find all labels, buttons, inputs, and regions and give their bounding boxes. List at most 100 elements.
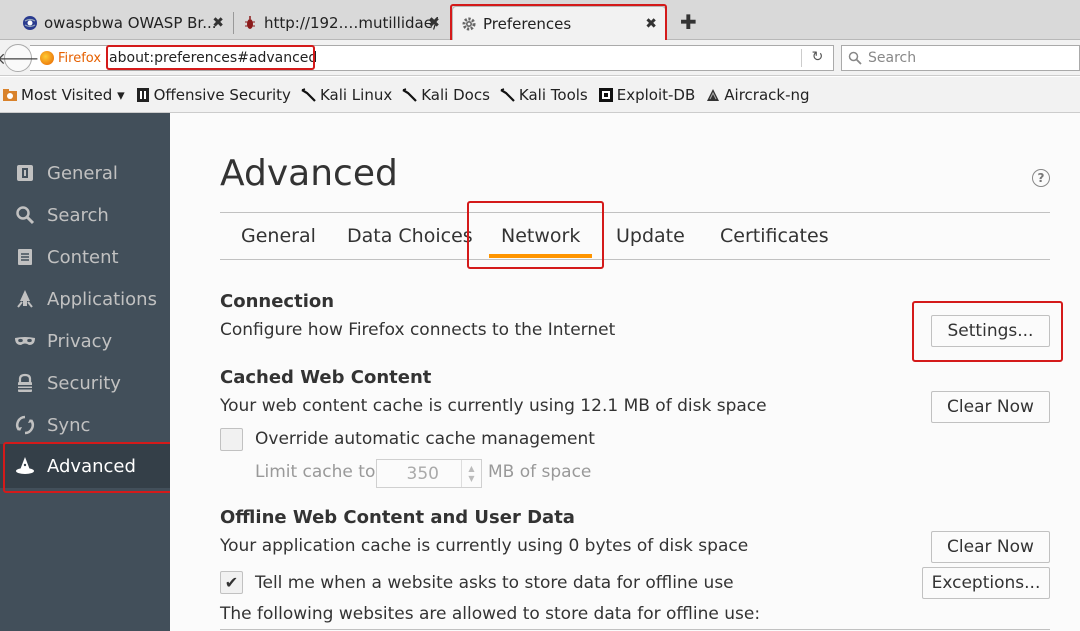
lock-icon: [14, 372, 36, 394]
navigation-bar: Firefox about:preferences#advanced ↻ 🡐 S…: [0, 40, 1080, 76]
sidebar-item-search[interactable]: Search: [0, 194, 170, 236]
preferences-main: Advanced ? General Data Choices Network …: [170, 113, 1080, 631]
url-text[interactable]: about:preferences#advanced: [109, 50, 317, 66]
bookmark-kali-tools[interactable]: Kali Tools: [500, 86, 588, 104]
search-icon: [848, 51, 862, 65]
folder-icon: [2, 87, 18, 103]
close-icon[interactable]: ✖: [428, 15, 440, 31]
subtab-bar: General Data Choices Network Update Cert…: [220, 212, 1050, 260]
content-icon: [14, 246, 36, 268]
tab-title: Preferences: [483, 15, 572, 33]
mask-icon: [14, 330, 36, 352]
sync-icon: [14, 414, 36, 436]
tab-general[interactable]: General: [241, 213, 316, 259]
sidebar-item-sync[interactable]: Sync: [0, 404, 170, 446]
clear-cache-button[interactable]: Clear Now: [931, 391, 1050, 423]
bookmark-label: Kali Docs: [421, 85, 490, 104]
allowed-sites-list-edge: [220, 629, 1050, 630]
bookmark-label: Most Visited ▾: [21, 85, 125, 104]
cache-size-unit: MB of space: [488, 462, 592, 482]
new-tab-button[interactable]: ✚: [680, 10, 697, 34]
tab-data-choices[interactable]: Data Choices: [347, 213, 473, 259]
exploitdb-icon: [598, 87, 614, 103]
sidebar-item-label: General: [47, 162, 118, 184]
identity-label: Firefox: [58, 50, 102, 66]
sidebar-item-label: Content: [47, 246, 119, 268]
general-icon: [14, 162, 36, 184]
stepper-arrows-icon[interactable]: ▲ ▼: [461, 460, 481, 487]
sidebar-item-label: Search: [47, 204, 109, 226]
offline-heading: Offline Web Content and User Data: [220, 507, 575, 528]
kali-dragon-icon: [500, 87, 516, 103]
sidebar-item-security[interactable]: Security: [0, 362, 170, 404]
tab-owaspbwa[interactable]: owaspbwa OWASP Br... ✖: [14, 6, 232, 40]
help-icon[interactable]: ?: [1032, 169, 1050, 187]
gear-icon: [461, 16, 477, 32]
connection-description: Configure how Firefox connects to the In…: [220, 320, 616, 340]
sidebar-item-label: Sync: [47, 414, 91, 436]
bookmark-label: Offensive Security: [153, 85, 291, 104]
bookmark-kali-linux[interactable]: Kali Linux: [301, 86, 392, 104]
tell-offline-checkbox[interactable]: ✔: [220, 571, 243, 594]
override-cache-label: Override automatic cache management: [255, 429, 595, 449]
globe-icon: [22, 15, 38, 31]
clear-offline-button[interactable]: Clear Now: [931, 531, 1050, 563]
url-bar[interactable]: Firefox about:preferences#advanced ↻: [30, 45, 834, 71]
offline-description: Your application cache is currently usin…: [220, 536, 749, 556]
sidebar-item-general[interactable]: General: [0, 152, 170, 194]
applications-icon: [14, 288, 36, 310]
cache-heading: Cached Web Content: [220, 367, 432, 388]
bookmark-aircrack-ng[interactable]: Aircrack-ng: [705, 85, 810, 104]
limit-cache-label: Limit cache to: [255, 462, 376, 482]
sidebar-item-label: Advanced: [47, 455, 136, 477]
tab-title: http://192.…mutillidae/: [264, 14, 439, 32]
bookmark-label: Exploit-DB: [616, 85, 696, 104]
firefox-icon: [40, 51, 54, 65]
sidebar-item-privacy[interactable]: Privacy: [0, 320, 170, 362]
tab-title: owaspbwa OWASP Br...: [44, 14, 217, 32]
bookmark-label: Kali Tools: [518, 85, 588, 104]
cache-size-value: 350: [406, 463, 439, 484]
aircrack-icon: [705, 87, 721, 103]
tab-certificates[interactable]: Certificates: [720, 213, 829, 259]
back-button[interactable]: 🡐: [0, 44, 39, 72]
search-placeholder: Search: [868, 50, 917, 66]
bookmark-label: Kali Linux: [319, 85, 393, 104]
search-icon: [14, 204, 36, 226]
tab-mutillidae[interactable]: http://192.…mutillidae/ ✖: [234, 6, 448, 40]
close-icon[interactable]: ✖: [212, 15, 224, 31]
sidebar-item-label: Privacy: [47, 330, 113, 352]
bookmark-label: Aircrack-ng: [724, 85, 810, 104]
bookmark-offensive-security[interactable]: Offensive Security: [135, 86, 291, 104]
close-icon[interactable]: ✖: [645, 16, 657, 32]
tab-preferences[interactable]: Preferences ✖: [452, 6, 666, 41]
connection-heading: Connection: [220, 291, 335, 312]
tab-strip: owaspbwa OWASP Br... ✖ http://192.…mutil…: [0, 0, 1080, 41]
sidebar-item-applications[interactable]: Applications: [0, 278, 170, 320]
kali-dragon-icon: [402, 87, 418, 103]
tab-network[interactable]: Network: [488, 213, 593, 259]
bookmark-kali-docs[interactable]: Kali Docs: [402, 86, 490, 104]
bookmarks-toolbar: Most Visited ▾ Offensive Security Kali L…: [0, 77, 1080, 113]
bookmark-most-visited[interactable]: Most Visited ▾: [2, 86, 125, 104]
sidebar-item-advanced[interactable]: Advanced: [0, 444, 170, 488]
sidebar-item-label: Security: [47, 372, 121, 394]
tab-update[interactable]: Update: [616, 213, 685, 259]
cache-description: Your web content cache is currently usin…: [220, 396, 767, 416]
exceptions-button[interactable]: Exceptions...: [922, 567, 1050, 599]
sidebar-item-content[interactable]: Content: [0, 236, 170, 278]
bug-icon: [242, 15, 258, 31]
back-arrow-icon: 🡐: [0, 49, 40, 68]
offsec-icon: [135, 87, 151, 103]
connection-settings-button[interactable]: Settings...: [931, 315, 1050, 347]
allowed-sites-label: The following websites are allowed to st…: [220, 604, 761, 624]
search-input[interactable]: Search: [841, 45, 1080, 71]
bookmark-exploit-db[interactable]: Exploit-DB: [598, 85, 696, 104]
override-cache-checkbox[interactable]: [220, 428, 243, 451]
checkmark-icon: ✔: [224, 573, 239, 592]
reload-icon[interactable]: ↻: [801, 49, 827, 67]
preferences-sidebar: General Search Content Applications Priv…: [0, 113, 170, 631]
wizard-hat-icon: [14, 455, 36, 477]
identity-box[interactable]: Firefox: [30, 51, 101, 66]
cache-size-stepper[interactable]: 350 ▲ ▼: [376, 459, 482, 488]
